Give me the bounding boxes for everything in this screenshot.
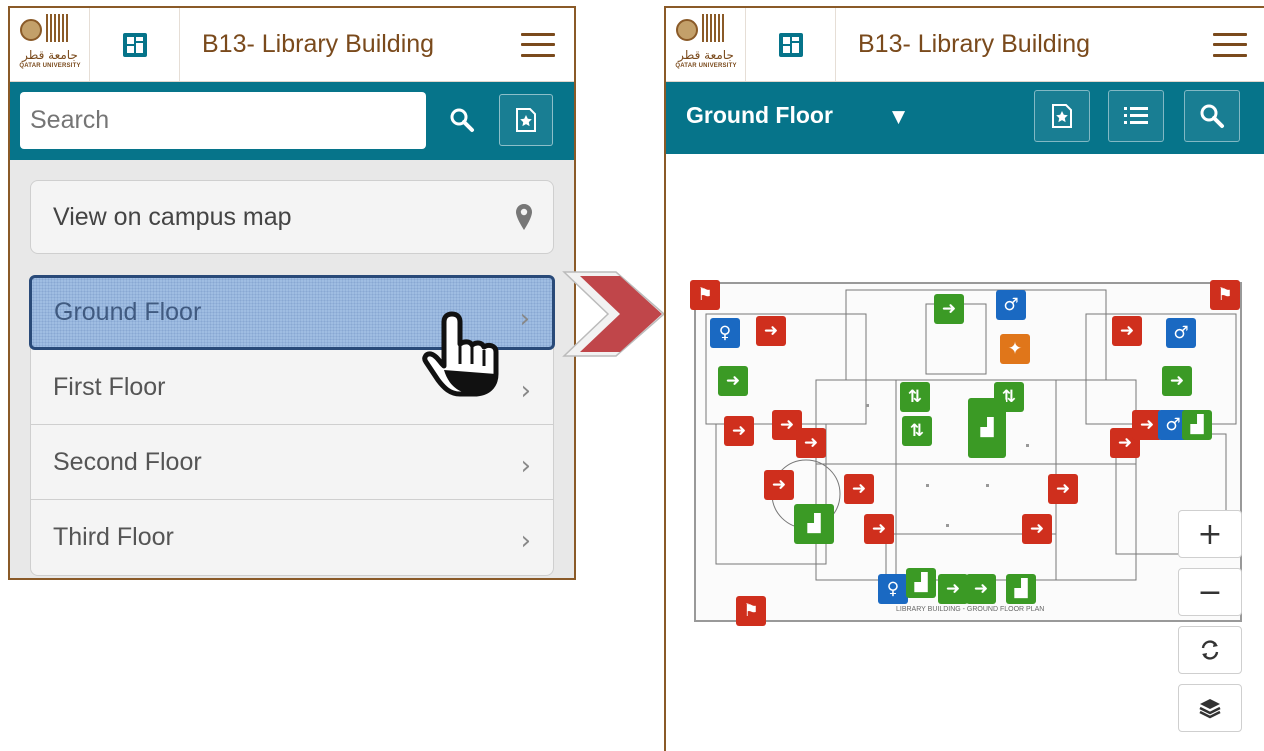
exit-sign-icon[interactable]: ➜ <box>934 294 964 324</box>
logo-arabic-text: جامعة قطر <box>678 48 734 62</box>
emergency-exit-icon[interactable]: ➜ <box>796 428 826 458</box>
restroom-male-icon[interactable]: ♂ <box>1166 318 1196 348</box>
floor-item-second[interactable]: Second Floor › <box>31 425 553 500</box>
emergency-exit-icon[interactable]: ➜ <box>1048 474 1078 504</box>
exit-sign-icon[interactable]: ➜ <box>938 574 968 604</box>
assembly-point-icon[interactable]: ⚑ <box>1210 280 1240 310</box>
list-button[interactable] <box>1108 90 1164 142</box>
floor-label: Ground Floor <box>54 298 202 326</box>
search-button[interactable] <box>436 94 488 146</box>
chevron-right-icon: › <box>519 304 530 334</box>
emergency-exit-icon[interactable]: ➜ <box>864 514 894 544</box>
current-floor-title: Ground Floor <box>686 102 833 128</box>
hand-pointer-icon <box>422 311 499 397</box>
app-header: جامعة قطر QATAR UNIVERSITY B13- Library … <box>666 8 1264 82</box>
chevron-right-icon: › <box>520 376 531 406</box>
qatar-university-logo: جامعة قطر QATAR UNIVERSITY <box>10 8 90 81</box>
stairs-icon[interactable]: ▟ <box>1182 410 1212 440</box>
floor-label: Third Floor <box>53 523 174 551</box>
zoom-in-button[interactable]: + <box>1178 510 1242 558</box>
assembly-point-icon[interactable]: ⚑ <box>736 596 766 626</box>
elevator-icon[interactable]: ⇅ <box>900 382 930 412</box>
view-on-campus-map-button[interactable]: View on campus map <box>30 180 554 254</box>
floor-map[interactable]: LIBRARY BUILDING - GROUND FLOOR PLAN ⚑ ⚑… <box>666 154 1264 751</box>
logo-bars-icon <box>46 14 68 42</box>
reset-view-button[interactable] <box>1178 626 1242 674</box>
security-icon[interactable]: ✦ <box>1000 334 1030 364</box>
stairs-icon[interactable]: ▟ <box>906 568 936 598</box>
emergency-exit-icon[interactable]: ➜ <box>764 470 794 500</box>
menu-icon <box>1213 32 1247 57</box>
search-icon <box>450 108 474 132</box>
floor-item-third[interactable]: Third Floor › <box>31 500 553 575</box>
bookmark-star-icon <box>1052 104 1072 128</box>
logo-arabic-text: جامعة قطر <box>22 48 78 62</box>
layers-button[interactable] <box>1178 684 1242 732</box>
layers-icon <box>1199 699 1221 719</box>
stairs-icon[interactable]: ▟ <box>968 398 1006 458</box>
left-screen: جامعة قطر QATAR UNIVERSITY B13- Library … <box>8 6 576 580</box>
location-pin-icon <box>516 204 532 230</box>
floor-label: Second Floor <box>53 447 202 476</box>
list-icon <box>1124 107 1148 124</box>
emergency-exit-icon[interactable]: ➜ <box>756 316 786 346</box>
map-button[interactable] <box>746 8 836 81</box>
restroom-female-icon[interactable]: ♀ <box>878 574 908 604</box>
emergency-exit-icon[interactable]: ➜ <box>724 416 754 446</box>
logo-english-text: QATAR UNIVERSITY <box>675 63 737 69</box>
menu-button[interactable] <box>1194 8 1264 81</box>
floor-label: First Floor <box>53 372 166 401</box>
building-title: B13- Library Building <box>858 30 1091 58</box>
logo-english-text: QATAR UNIVERSITY <box>19 63 81 69</box>
zoom-out-button[interactable]: − <box>1178 568 1242 616</box>
logo-globe-icon <box>676 19 698 41</box>
assembly-point-icon[interactable]: ⚑ <box>690 280 720 310</box>
chevron-right-icon: › <box>520 451 531 481</box>
stairs-icon[interactable]: ▟ <box>794 504 834 544</box>
restroom-female-icon[interactable]: ♀ <box>710 318 740 348</box>
refresh-icon <box>1201 640 1219 660</box>
search-input[interactable] <box>20 92 426 149</box>
app-header: جامعة قطر QATAR UNIVERSITY B13- Library … <box>10 8 574 82</box>
bookmarks-button[interactable] <box>499 94 553 146</box>
menu-button[interactable] <box>502 8 574 81</box>
elevator-icon[interactable]: ⇅ <box>902 416 932 446</box>
logo-globe-icon <box>20 19 42 41</box>
qatar-university-logo: جامعة قطر QATAR UNIVERSITY <box>666 8 746 81</box>
restroom-male-icon[interactable]: ♂ <box>996 290 1026 320</box>
logo-bars-icon <box>702 14 724 42</box>
stairs-icon[interactable]: ▟ <box>1006 574 1036 604</box>
map-icon <box>778 32 803 57</box>
campus-map-label: View on campus map <box>53 202 292 231</box>
map-icon <box>122 32 147 57</box>
chevron-right-icon: › <box>520 526 531 556</box>
exit-sign-icon[interactable]: ➜ <box>966 574 996 604</box>
floor-plan-caption: LIBRARY BUILDING - GROUND FLOOR PLAN <box>896 606 1045 613</box>
map-button[interactable] <box>90 8 180 81</box>
exit-sign-icon[interactable]: ➜ <box>718 366 748 396</box>
transition-arrow-icon <box>562 271 666 357</box>
exit-sign-icon[interactable]: ➜ <box>1162 366 1192 396</box>
floor-toolbar: Ground Floor ▼ <box>666 82 1264 154</box>
bookmarks-button[interactable] <box>1034 90 1090 142</box>
building-title: B13- Library Building <box>202 30 435 58</box>
search-toolbar <box>10 82 574 160</box>
search-icon <box>1200 104 1224 128</box>
right-screen: جامعة قطر QATAR UNIVERSITY B13- Library … <box>664 6 1264 751</box>
emergency-exit-icon[interactable]: ➜ <box>844 474 874 504</box>
bookmark-star-icon <box>516 108 536 132</box>
emergency-exit-icon[interactable]: ➜ <box>1112 316 1142 346</box>
menu-icon <box>521 32 555 57</box>
caret-down-icon: ▼ <box>892 107 906 127</box>
search-button[interactable] <box>1184 90 1240 142</box>
emergency-exit-icon[interactable]: ➜ <box>1022 514 1052 544</box>
